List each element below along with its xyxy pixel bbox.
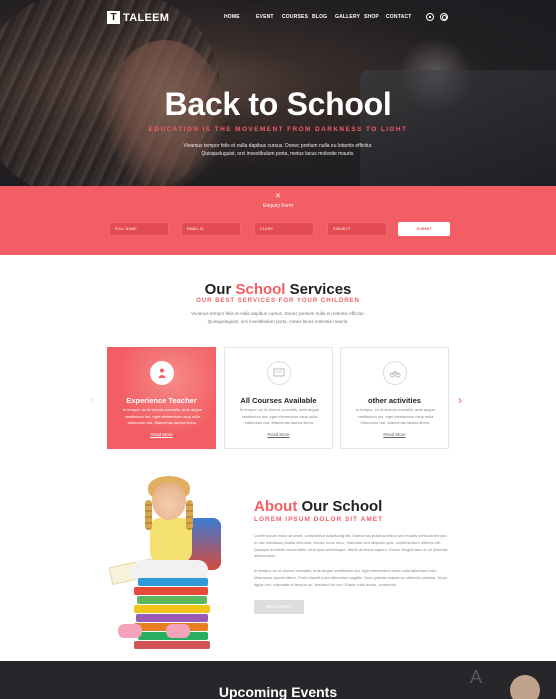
card-text: In tempor, ex id viverra convallis, ante… (239, 407, 320, 425)
about-title-rest: Our School (297, 498, 383, 515)
girl-shoe-image (118, 624, 142, 638)
card-text: In tempor, ex id viverra convallis, ante… (355, 407, 436, 425)
enquiry-form: ✕ Enquiry Form FULL NAME EMAIL ID CLASS … (0, 186, 556, 255)
services-title-accent: School (235, 281, 286, 298)
events-title: Upcoming Events (218, 684, 338, 699)
service-card-teacher[interactable]: Experience Teacher In tempor, ex id vive… (107, 347, 216, 449)
about-paragraph: In tempor, ex id viverra convallis, ante… (254, 568, 447, 587)
service-card-courses[interactable]: All Courses Available In tempor, ex id v… (224, 347, 333, 449)
services-title-post: Services (285, 281, 352, 298)
nav-gallery[interactable]: GALLERY (335, 14, 364, 20)
card-title: All Courses Available (240, 396, 317, 405)
read-more-button[interactable]: READ MORE (254, 600, 304, 614)
services-text: Vivamus tempor felis et nulla dapibus cu… (191, 311, 365, 324)
carousel-prev-icon[interactable]: ‹ (90, 393, 94, 407)
girl-braid-image (145, 500, 152, 530)
full-name-field[interactable]: FULL NAME (109, 222, 169, 236)
read-more-link[interactable]: Read More (341, 432, 448, 437)
close-icon[interactable]: ✕ (275, 192, 281, 200)
logo-mark: T (107, 11, 120, 24)
card-title: other activities (368, 396, 421, 405)
nav-event[interactable]: EVENT (256, 14, 282, 20)
services-title: Our School Services (0, 281, 556, 298)
nav-home[interactable]: HOME (224, 14, 256, 20)
subject-field[interactable]: SUBJECT (327, 222, 387, 236)
card-title: Experience Teacher (126, 396, 197, 405)
activities-icon (383, 361, 407, 385)
services-title-pre: Our (204, 281, 236, 298)
nav-blog[interactable]: BLOG (312, 14, 335, 20)
main-menu: HOME EVENT COURSES BLOG GALLERY SHOP CON… (224, 14, 416, 20)
services-subtitle: OUR BEST SERVICES FOR YOUR CHILDREN (196, 298, 360, 304)
about-paragraph: Lorem ipsum dolor sit amet, consectetur … (254, 533, 448, 559)
girl-braid-image (186, 500, 193, 530)
logo[interactable]: T TALEEM (107, 11, 169, 24)
submit-button[interactable]: SUBMIT (398, 222, 450, 236)
cart-icon[interactable] (426, 13, 434, 21)
hero-text: Vivamus tempor felis et nulla dapibus cu… (183, 143, 373, 157)
about-title: About Our School (254, 498, 382, 515)
read-more-link[interactable]: Read More (108, 432, 215, 437)
logo-text: TALEEM (123, 11, 170, 24)
service-card-activities[interactable]: other activities In tempor, ex id viverr… (340, 347, 449, 449)
nav-contact[interactable]: CONTACT (386, 14, 416, 20)
read-more-link[interactable]: Read More (225, 432, 332, 437)
hero-title: Back to School (164, 86, 392, 122)
teacher-icon (150, 361, 174, 385)
enquiry-title: Enquiry Form (262, 203, 293, 209)
card-text: In tempor, ex id viverra convallis, ante… (122, 407, 203, 425)
nav-shop[interactable]: SHOP (364, 14, 386, 20)
search-icon[interactable] (440, 13, 448, 21)
book-stack-image (134, 578, 212, 650)
top-navigation: T TALEEM HOME EVENT COURSES BLOG GALLERY… (0, 0, 556, 36)
girl-shoe-image (166, 624, 190, 638)
girl-head-image (152, 482, 186, 520)
email-field[interactable]: EMAIL ID (181, 222, 241, 236)
carousel-next-icon[interactable]: › (458, 393, 462, 407)
about-subtitle: LOREM IPSUM DOLOR SIT AMET (254, 516, 384, 523)
about-title-accent: About (254, 498, 298, 515)
hero-subtitle: EDUCATION IS THE MOVEMENT FROM DARKNESS … (148, 126, 408, 133)
hero-banner: T TALEEM HOME EVENT COURSES BLOG GALLERY… (0, 0, 556, 186)
courses-icon (267, 361, 291, 385)
class-field[interactable]: CLASS (254, 222, 314, 236)
nav-courses[interactable]: COURSES (282, 14, 312, 20)
